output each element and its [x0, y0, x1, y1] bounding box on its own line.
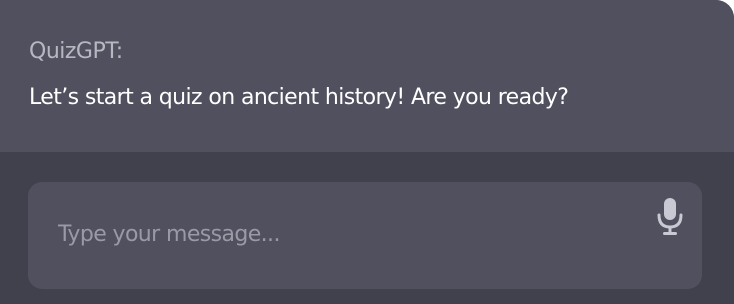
message-text: Let’s start a quiz on ancient history! A… — [29, 85, 569, 110]
message-sender: QuizGPT: — [29, 39, 123, 64]
chat-window: QuizGPT: Let’s start a quiz on ancient h… — [0, 0, 734, 304]
microphone-button[interactable] — [654, 196, 686, 240]
microphone-icon — [657, 198, 683, 235]
message-composer — [28, 182, 702, 289]
assistant-message: QuizGPT: Let’s start a quiz on ancient h… — [0, 0, 734, 152]
message-input[interactable] — [58, 212, 638, 256]
